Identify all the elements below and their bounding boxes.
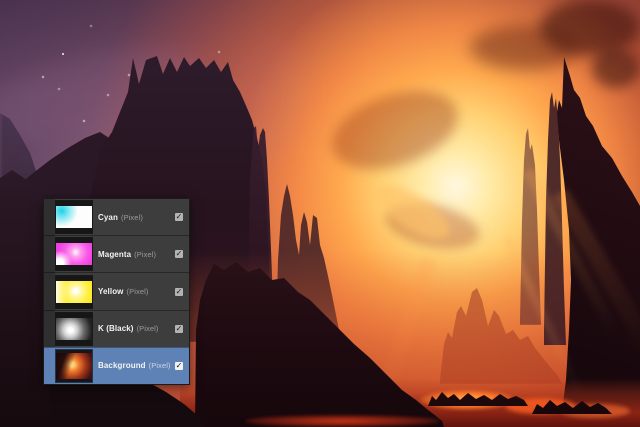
smoke-cloud	[470, 25, 580, 70]
layer-thumbnail-yellow	[56, 275, 92, 308]
lava-glow-front	[245, 415, 440, 427]
layer-row-magenta[interactable]: Magenta (Pixel) ✓	[44, 235, 189, 273]
visibility-checkbox[interactable]: ✓	[175, 361, 183, 370]
layer-row-yellow[interactable]: Yellow (Pixel) ✓	[44, 272, 189, 310]
layer-kind: (Pixel)	[134, 249, 157, 259]
layer-name: Background (Pixel)	[98, 361, 171, 371]
layer-name: Yellow (Pixel)	[98, 287, 149, 296]
layer-kind: (Pixel)	[136, 324, 159, 334]
layer-kind: (Pixel)	[148, 361, 171, 371]
layer-thumbnail-k-black	[56, 312, 92, 345]
layer-name: Magenta (Pixel)	[98, 249, 157, 259]
visibility-checkbox[interactable]: ✓	[175, 250, 183, 259]
app-canvas: Cyan (Pixel) ✓ Magenta (Pixel) ✓ Yellow (Pi…	[0, 0, 640, 427]
layer-name: Cyan (Pixel)	[98, 212, 143, 222]
layer-thumbnail-background	[56, 349, 92, 382]
layer-row-background[interactable]: Background (Pixel) ✓	[44, 346, 189, 385]
layer-row-k-black[interactable]: K (Black) (Pixel) ✓	[44, 309, 189, 347]
layer-row-cyan[interactable]: Cyan (Pixel) ✓	[44, 199, 189, 236]
layers-panel: Cyan (Pixel) ✓ Magenta (Pixel) ✓ Yellow (Pi…	[43, 198, 190, 385]
layer-thumbnail-cyan	[56, 201, 92, 234]
layer-name: K (Black) (Pixel)	[98, 324, 159, 334]
smoke-cloud	[592, 48, 640, 88]
stars	[62, 53, 64, 55]
layer-thumbnail-magenta	[56, 238, 92, 271]
layer-kind: (Pixel)	[126, 287, 149, 296]
visibility-checkbox[interactable]: ✓	[175, 287, 183, 296]
layer-kind: (Pixel)	[120, 212, 143, 222]
visibility-checkbox[interactable]: ✓	[175, 213, 183, 222]
visibility-checkbox[interactable]: ✓	[175, 324, 183, 333]
